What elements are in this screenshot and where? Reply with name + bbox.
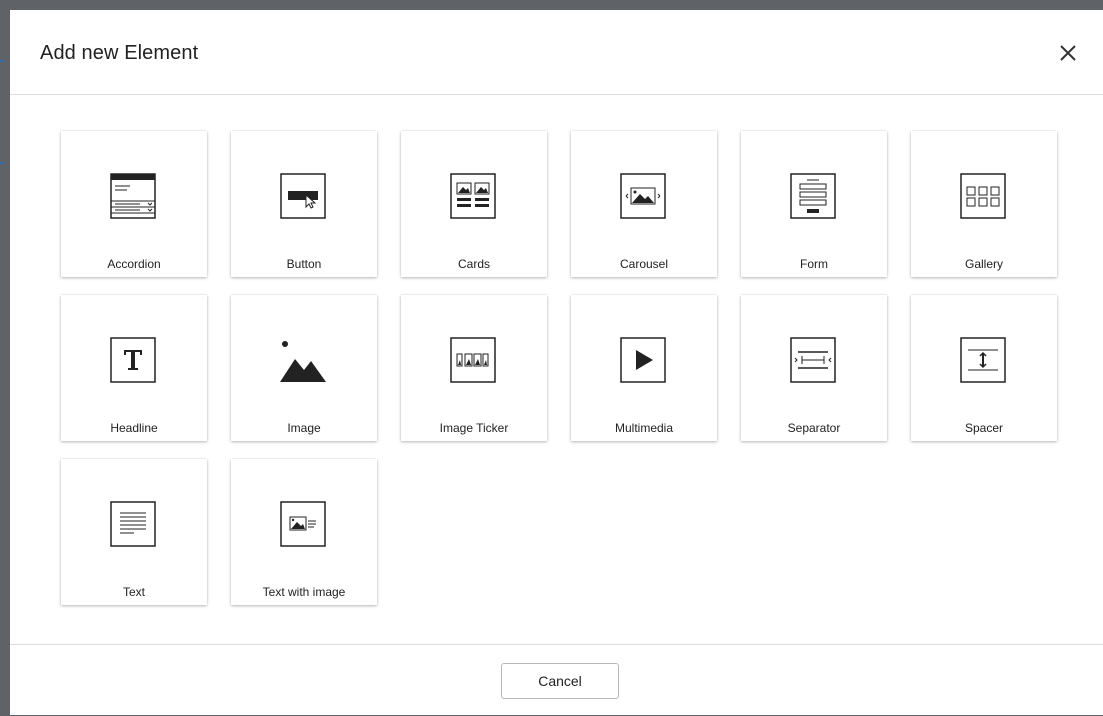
element-tile-spacer[interactable]: Spacer (911, 295, 1057, 441)
close-icon (1060, 45, 1076, 61)
element-label: Text with image (262, 585, 346, 599)
close-button[interactable] (1055, 40, 1081, 66)
element-tile-text[interactable]: Text (61, 459, 207, 605)
element-tile-headline[interactable]: Headline (61, 295, 207, 441)
background-accent (0, 60, 4, 62)
element-label: Headline (110, 421, 158, 435)
multimedia-icon (620, 337, 666, 383)
element-tile-accordion[interactable]: Accordion (61, 131, 207, 277)
dialog-header: Add new Element (10, 10, 1103, 95)
element-label: Image (287, 421, 321, 435)
form-icon (790, 173, 836, 219)
headline-icon (110, 337, 156, 383)
element-label: Accordion (107, 257, 161, 271)
element-label: Form (800, 257, 828, 271)
element-tile-image[interactable]: Image (231, 295, 377, 441)
dialog-footer: Cancel (10, 644, 1103, 716)
carousel-icon (620, 173, 666, 219)
element-label: Multimedia (614, 421, 674, 435)
element-tile-image-ticker[interactable]: Image Ticker (401, 295, 547, 441)
element-grid: Accordion Button Cards Carousel Form Gal… (61, 131, 1061, 605)
dialog-title: Add new Element (40, 42, 199, 64)
button-icon (280, 173, 326, 219)
add-element-dialog: Add new Element Accordion Button Cards C… (10, 10, 1103, 715)
accordion-icon (110, 173, 156, 219)
element-tile-text-with-image[interactable]: Text with image (231, 459, 377, 605)
background-accent (0, 162, 4, 164)
element-tile-separator[interactable]: Separator (741, 295, 887, 441)
cards-icon (450, 173, 496, 219)
element-tile-gallery[interactable]: Gallery (911, 131, 1057, 277)
element-tile-multimedia[interactable]: Multimedia (571, 295, 717, 441)
element-tile-button[interactable]: Button (231, 131, 377, 277)
separator-icon (790, 337, 836, 383)
element-label: Gallery (964, 257, 1003, 271)
element-label: Image Ticker (439, 421, 509, 435)
spacer-icon (960, 337, 1006, 383)
element-tile-cards[interactable]: Cards (401, 131, 547, 277)
image-icon (280, 341, 326, 382)
cancel-button[interactable]: Cancel (501, 663, 619, 699)
element-label: Text (122, 585, 145, 599)
element-tile-carousel[interactable]: Carousel (571, 131, 717, 277)
element-label: Spacer (964, 421, 1004, 435)
element-label: Button (286, 257, 322, 271)
text-icon (110, 501, 156, 547)
element-label: Carousel (619, 257, 669, 271)
element-label: Cards (457, 257, 490, 271)
element-label: Separator (787, 421, 841, 435)
image-ticker-icon (450, 337, 496, 383)
gallery-icon (960, 173, 1006, 219)
text-with-image-icon (280, 501, 326, 547)
element-tile-form[interactable]: Form (741, 131, 887, 277)
